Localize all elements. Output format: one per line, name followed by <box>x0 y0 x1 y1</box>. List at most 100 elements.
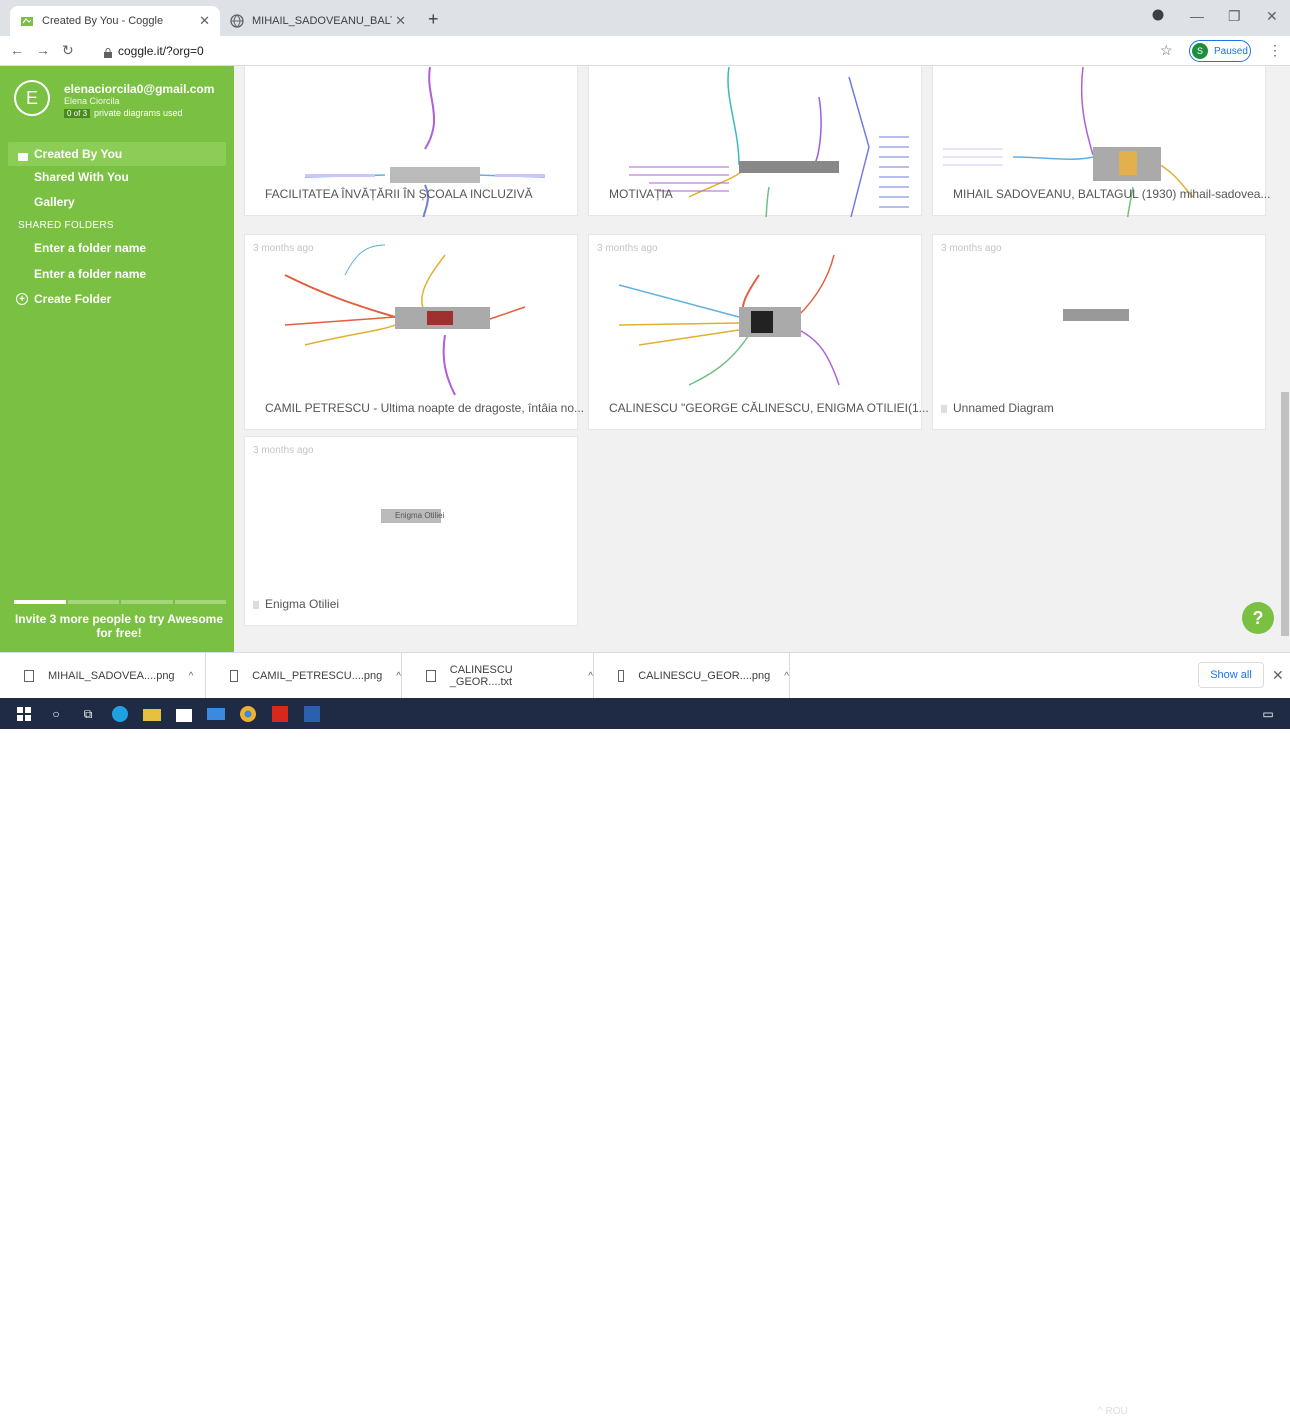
shared-folders-header: SHARED FOLDERS <box>18 220 114 231</box>
diagram-age: 3 months ago <box>941 243 1002 254</box>
word-icon[interactable] <box>302 704 322 724</box>
file-icon <box>426 670 436 682</box>
diagram-title[interactable]: CALINESCU "GEORGE CĂLINESCU, ENIGMA OTIL… <box>609 401 929 415</box>
user-avatar[interactable]: E <box>14 80 50 116</box>
nav-label: Gallery <box>34 195 75 209</box>
diagram-title[interactable]: CAMIL PETRESCU - Ultima noapte de dragos… <box>265 401 584 415</box>
user-email[interactable]: elenaciorcila0@gmail.com <box>64 82 214 96</box>
diagram-file-icon <box>253 601 259 609</box>
plus-circle-icon: + <box>16 293 28 305</box>
user-name: Elena Ciorcila <box>64 96 120 106</box>
diagram-age: 3 months ago <box>253 445 314 456</box>
download-item[interactable]: MIHAIL_SADOVEA....png ^ <box>0 653 206 699</box>
download-name: CAMIL_PETRESCU....png <box>252 670 383 682</box>
tab-close-icon[interactable]: ✕ <box>199 13 210 29</box>
folder-name-input[interactable]: Enter a folder name <box>0 236 234 260</box>
coggle-favicon-icon <box>20 14 34 28</box>
show-all-button[interactable]: Show all <box>1198 662 1264 688</box>
lock-icon <box>104 45 112 58</box>
file-icon <box>618 670 625 682</box>
help-button[interactable]: ? <box>1242 602 1274 634</box>
invite-link[interactable]: Invite 3 more people to try Awesome for … <box>10 612 228 640</box>
new-tab-plus-icon[interactable]: + <box>428 10 439 28</box>
taskbar: ○ ⧉ ^ ROU 10:21 AM 6/6/2021 ▭ <box>0 698 1290 1422</box>
diagram-card[interactable]: 3 months ago Unnamed Diagram <box>932 234 1266 430</box>
restore-icon[interactable]: ❐ <box>1228 8 1241 25</box>
file-icon <box>230 670 239 682</box>
downloads-bar: MIHAIL_SADOVEA....png ^ CAMIL_PETRESCU..… <box>0 652 1290 699</box>
bookmark-star-icon[interactable]: ☆ <box>1160 42 1173 59</box>
store-icon[interactable] <box>174 704 194 724</box>
nav-gallery[interactable]: Gallery <box>0 190 234 214</box>
chevron-up-icon[interactable]: ^ <box>396 671 401 682</box>
download-item[interactable]: CALINESCU_GEOR....png ^ <box>594 653 790 699</box>
tab-title: MIHAIL_SADOVEANU_BALTAGUL <box>252 15 392 27</box>
diagram-card[interactable]: MOTIVAȚIA <box>588 66 922 217</box>
acrobat-icon[interactable] <box>270 704 290 724</box>
notifications-icon[interactable]: ▭ <box>1258 704 1278 724</box>
clock-time: 10:21 AM <box>1196 1399 1235 1409</box>
folder-label: Enter a folder name <box>34 241 147 255</box>
diagram-file-icon <box>941 405 947 413</box>
edge-icon[interactable] <box>110 704 130 724</box>
diagram-card[interactable]: 3 months ago Enigma Otiliei Enigma Otili… <box>244 436 578 626</box>
folder-name-input[interactable]: Enter a folder name <box>0 262 234 286</box>
close-window-icon[interactable]: ✕ <box>1266 8 1278 25</box>
media-control-icon[interactable] <box>1152 8 1164 24</box>
chevron-up-icon[interactable]: ^ <box>784 671 789 682</box>
quota-badge: 0 of 3 <box>64 108 91 118</box>
nav-label: Shared With You <box>34 170 129 184</box>
chevron-up-icon[interactable]: ^ <box>588 671 593 682</box>
tab-created-by-you[interactable]: Created By You - Coggle ✕ <box>10 6 220 36</box>
nav-created-by-you[interactable]: Created By You <box>8 142 226 166</box>
mail-icon[interactable] <box>206 704 226 724</box>
tab-close-icon[interactable]: ✕ <box>395 13 406 29</box>
globe-icon <box>230 14 244 28</box>
quota-line: 0 of 3 private diagrams used <box>64 108 183 118</box>
browser-tab-strip: Created By You - Coggle ✕ MIHAIL_SADOVEA… <box>0 0 1290 36</box>
chrome-icon[interactable] <box>238 704 258 724</box>
address-bar[interactable]: coggle.it/?org=0 <box>118 44 204 58</box>
diagram-title[interactable]: MOTIVAȚIA <box>609 187 673 201</box>
quota-text: private diagrams used <box>94 108 183 118</box>
scrollbar-thumb[interactable] <box>1281 392 1289 636</box>
diagram-title[interactable]: FACILITATEA ÎNVĂȚĂRII ÎN ȘCOALA INCLUZIV… <box>265 187 533 201</box>
invite-progress <box>14 600 226 604</box>
profile-paused-button[interactable]: S Paused <box>1189 40 1251 62</box>
close-downloads-icon[interactable]: ✕ <box>1272 667 1284 684</box>
profile-avatar: S <box>1192 43 1208 59</box>
tab-mihail-sadoveanu[interactable]: MIHAIL_SADOVEANU_BALTAGUL ✕ <box>220 6 416 36</box>
diagram-card[interactable]: 3 months ago CALINESCU "GEORGE CĂLINESCU… <box>588 234 929 430</box>
download-name: MIHAIL_SADOVEA....png <box>48 670 175 682</box>
back-arrow-icon[interactable]: ← <box>10 42 24 58</box>
download-item[interactable]: CAMIL_PETRESCU....png ^ <box>206 653 402 699</box>
reload-icon[interactable]: ↻ <box>62 42 74 59</box>
clock-date: 6/6/2021 <box>1197 1412 1233 1422</box>
download-name: CALINESCU _GEOR....txt <box>449 664 513 688</box>
chevron-up-icon[interactable]: ^ <box>189 671 194 682</box>
task-view-icon[interactable]: ⧉ <box>78 704 98 724</box>
diagram-grid: FACILITATEA ÎNVĂȚĂRII ÎN ȘCOALA INCLUZIV… <box>234 66 1279 652</box>
create-folder-button[interactable]: + Create Folder <box>16 292 111 306</box>
diagram-age: 3 months ago <box>253 243 314 254</box>
file-explorer-icon[interactable] <box>142 704 162 724</box>
diagram-title[interactable]: Unnamed Diagram <box>953 401 1054 415</box>
clock[interactable]: 10:21 AM 6/6/2021 <box>1196 1398 1234 1424</box>
download-item[interactable]: CALINESCU _GEOR....txt ^ <box>402 653 594 699</box>
nav-shared-with-you[interactable]: Shared With You <box>0 165 234 189</box>
diagram-card[interactable]: MIHAIL SADOVEANU, BALTAGUL (1930) mihail… <box>932 66 1270 217</box>
browser-toolbar: ← → ↻ coggle.it/?org=0 ☆ ⋮ <box>0 36 1290 66</box>
system-tray[interactable]: ^ ROU <box>1098 1406 1128 1417</box>
windows-start-icon[interactable] <box>14 704 34 724</box>
download-name: CALINESCU_GEOR....png <box>638 670 771 682</box>
diagram-title[interactable]: Enigma Otiliei <box>265 597 339 611</box>
search-icon[interactable]: ○ <box>46 704 66 724</box>
diagram-age: 3 months ago <box>597 243 658 254</box>
forward-arrow-icon[interactable]: → <box>36 42 50 58</box>
diagram-card[interactable]: FACILITATEA ÎNVĂȚĂRII ÎN ȘCOALA INCLUZIV… <box>244 66 578 217</box>
nav-label: Created By You <box>34 147 123 161</box>
diagram-card[interactable]: 3 months ago CAMIL PETRESCU - Ultima noa… <box>244 234 584 430</box>
menu-kebab-icon[interactable]: ⋮ <box>1268 42 1282 59</box>
diagram-title[interactable]: MIHAIL SADOVEANU, BALTAGUL (1930) mihail… <box>953 187 1270 201</box>
minimize-icon[interactable]: — <box>1190 8 1204 24</box>
